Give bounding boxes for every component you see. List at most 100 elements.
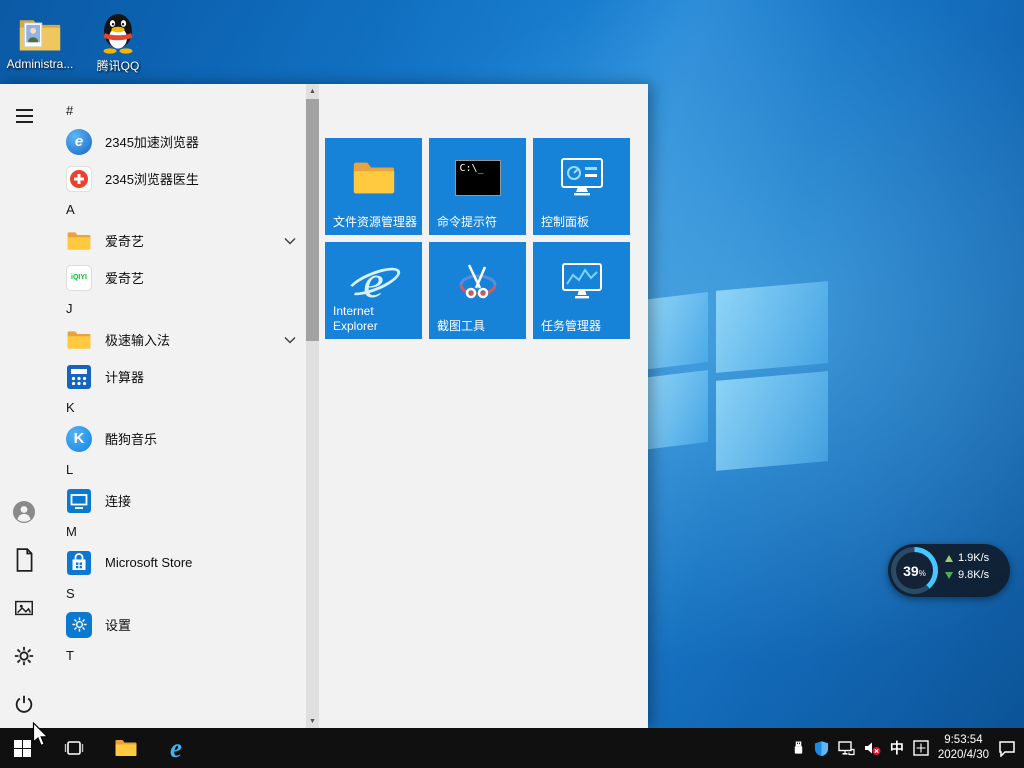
app-label: 设置 <box>105 618 132 633</box>
folder-icon <box>66 327 92 353</box>
power-button[interactable] <box>0 680 48 728</box>
alpha-header-label: J <box>66 301 73 316</box>
download-speed-row: 9.8K/s <box>945 569 989 581</box>
control-panel-icon <box>533 144 630 211</box>
alpha-header-label: L <box>66 462 74 477</box>
start-button[interactable] <box>0 728 44 768</box>
chevron-down-icon[interactable] <box>284 336 296 344</box>
tile-label: 截图工具 <box>437 319 486 333</box>
usage-percent-value: 39 <box>903 562 919 579</box>
snipping-tool-icon <box>429 248 526 315</box>
desktop-icon-label: 腾讯QQ <box>96 59 140 73</box>
alpha-header-k[interactable]: K <box>48 395 306 420</box>
app-label: 2345浏览器医生 <box>105 172 199 187</box>
network-icon[interactable] <box>838 740 855 756</box>
scrollbar-thumb[interactable] <box>306 99 319 341</box>
tile-command-prompt[interactable]: C:\_ 命令提示符 <box>429 138 526 235</box>
user-account-button[interactable] <box>0 488 48 536</box>
tile-internet-explorer[interactable]: e Internet Explorer <box>325 242 422 339</box>
usage-gauge-inner: 39 % <box>896 552 933 589</box>
app-list-scrollbar[interactable]: ▲ ▼ <box>306 84 319 728</box>
upload-speed-value: 1.9K/s <box>958 552 990 564</box>
desktop-icon-administrator[interactable]: Administra... <box>2 8 78 71</box>
defender-shield-icon[interactable] <box>814 740 829 757</box>
tile-label: 命令提示符 <box>437 215 498 229</box>
settings-button[interactable] <box>0 632 48 680</box>
system-tray: 中 9:53:54 2020/4/30 <box>792 733 1024 763</box>
task-view-button[interactable] <box>54 728 94 768</box>
alpha-header-hash[interactable]: # <box>48 98 306 123</box>
scroll-up-arrow[interactable]: ▲ <box>306 84 319 98</box>
hamburger-icon <box>15 109 33 123</box>
app-label: 爱奇艺 <box>105 271 145 286</box>
clock-time: 9:53:54 <box>944 734 983 747</box>
network-speeds: 1.9K/s 9.8K/s <box>945 552 989 581</box>
app-label: 计算器 <box>105 370 145 385</box>
upload-speed-row: 1.9K/s <box>945 552 989 564</box>
documents-button[interactable] <box>0 536 48 584</box>
user-avatar-icon <box>13 501 35 523</box>
ime-language-indicator[interactable]: 中 <box>890 738 904 758</box>
action-center-icon[interactable] <box>998 740 1016 757</box>
tile-control-panel[interactable]: 控制面板 <box>533 138 630 235</box>
start-menu-rail <box>0 84 48 728</box>
app-microsoft-store[interactable]: Microsoft Store <box>48 544 306 581</box>
usage-gauge: 39 % <box>891 547 938 594</box>
taskbar-browser-button[interactable]: e <box>156 728 196 768</box>
alpha-header-label: S <box>66 586 75 601</box>
usb-device-icon[interactable] <box>792 740 805 756</box>
tile-snipping-tool[interactable]: 截图工具 <box>429 242 526 339</box>
pictures-button[interactable] <box>0 584 48 632</box>
app-calculator[interactable]: 计算器 <box>48 358 306 395</box>
browser-e-icon: e <box>170 733 182 763</box>
taskbar-clock[interactable]: 9:53:54 2020/4/30 <box>938 733 989 763</box>
app-kugou-music[interactable]: K 酷狗音乐 <box>48 420 306 457</box>
2345-doctor-icon <box>66 165 92 192</box>
app-label: 连接 <box>105 494 132 509</box>
app-connect[interactable]: 连接 <box>48 482 306 519</box>
network-monitor-widget[interactable]: 39 % 1.9K/s 9.8K/s <box>888 544 1010 597</box>
alpha-header-a[interactable]: A <box>48 197 306 222</box>
tile-label: 文件资源管理器 <box>333 215 418 229</box>
app-settings[interactable]: 设置 <box>48 606 306 643</box>
usage-percent-unit: % <box>918 568 926 578</box>
tile-task-manager[interactable]: 任务管理器 <box>533 242 630 339</box>
hamburger-menu-button[interactable] <box>0 92 48 140</box>
alpha-header-label: A <box>66 202 75 217</box>
alpha-header-t[interactable]: T <box>48 643 306 668</box>
iqiyi-icon: iQIYI <box>66 264 92 291</box>
ime-mode-grid-icon[interactable] <box>913 740 929 756</box>
alpha-header-j[interactable]: J <box>48 296 306 321</box>
folder-iqiyi[interactable]: 爱奇艺 <box>48 222 306 259</box>
document-icon <box>11 547 37 573</box>
app-2345-browser-doctor[interactable]: 2345浏览器医生 <box>48 160 306 197</box>
pictures-icon <box>13 597 35 619</box>
settings-gear-icon <box>66 611 92 638</box>
app-iqiyi[interactable]: iQIYI 爱奇艺 <box>48 259 306 296</box>
taskbar-file-explorer-button[interactable] <box>106 728 146 768</box>
alpha-header-s[interactable]: S <box>48 581 306 606</box>
app-2345-browser[interactable]: e 2345加速浏览器 <box>48 123 306 160</box>
alpha-header-l[interactable]: L <box>48 457 306 482</box>
alpha-header-label: T <box>66 648 74 663</box>
volume-muted-icon[interactable] <box>864 741 881 756</box>
tile-file-explorer[interactable]: 文件资源管理器 <box>325 138 422 235</box>
folder-jisu-ime[interactable]: 极速输入法 <box>48 321 306 358</box>
alpha-header-m[interactable]: M <box>48 519 306 544</box>
kugou-icon: K <box>66 425 92 452</box>
command-prompt-icon: C:\_ <box>429 144 526 211</box>
alpha-header-label: M <box>66 524 77 539</box>
alpha-header-label: K <box>66 400 75 415</box>
start-app-list: # e 2345加速浏览器 2345浏览器医生 A 爱奇艺 iQIYI 爱奇艺 … <box>48 84 306 728</box>
microsoft-store-icon <box>66 550 92 576</box>
download-arrow-icon <box>945 571 953 579</box>
desktop-icon-label: Administra... <box>6 57 74 71</box>
desktop-icon-tencent-qq[interactable]: 腾讯QQ <box>80 8 156 74</box>
app-label: 2345加速浏览器 <box>105 135 199 150</box>
app-label: Microsoft Store <box>105 555 193 570</box>
chevron-down-icon[interactable] <box>284 237 296 245</box>
scroll-down-arrow[interactable]: ▼ <box>306 714 319 728</box>
app-label: 酷狗音乐 <box>105 432 158 447</box>
file-explorer-icon <box>325 144 422 211</box>
windows-start-icon <box>13 739 31 757</box>
